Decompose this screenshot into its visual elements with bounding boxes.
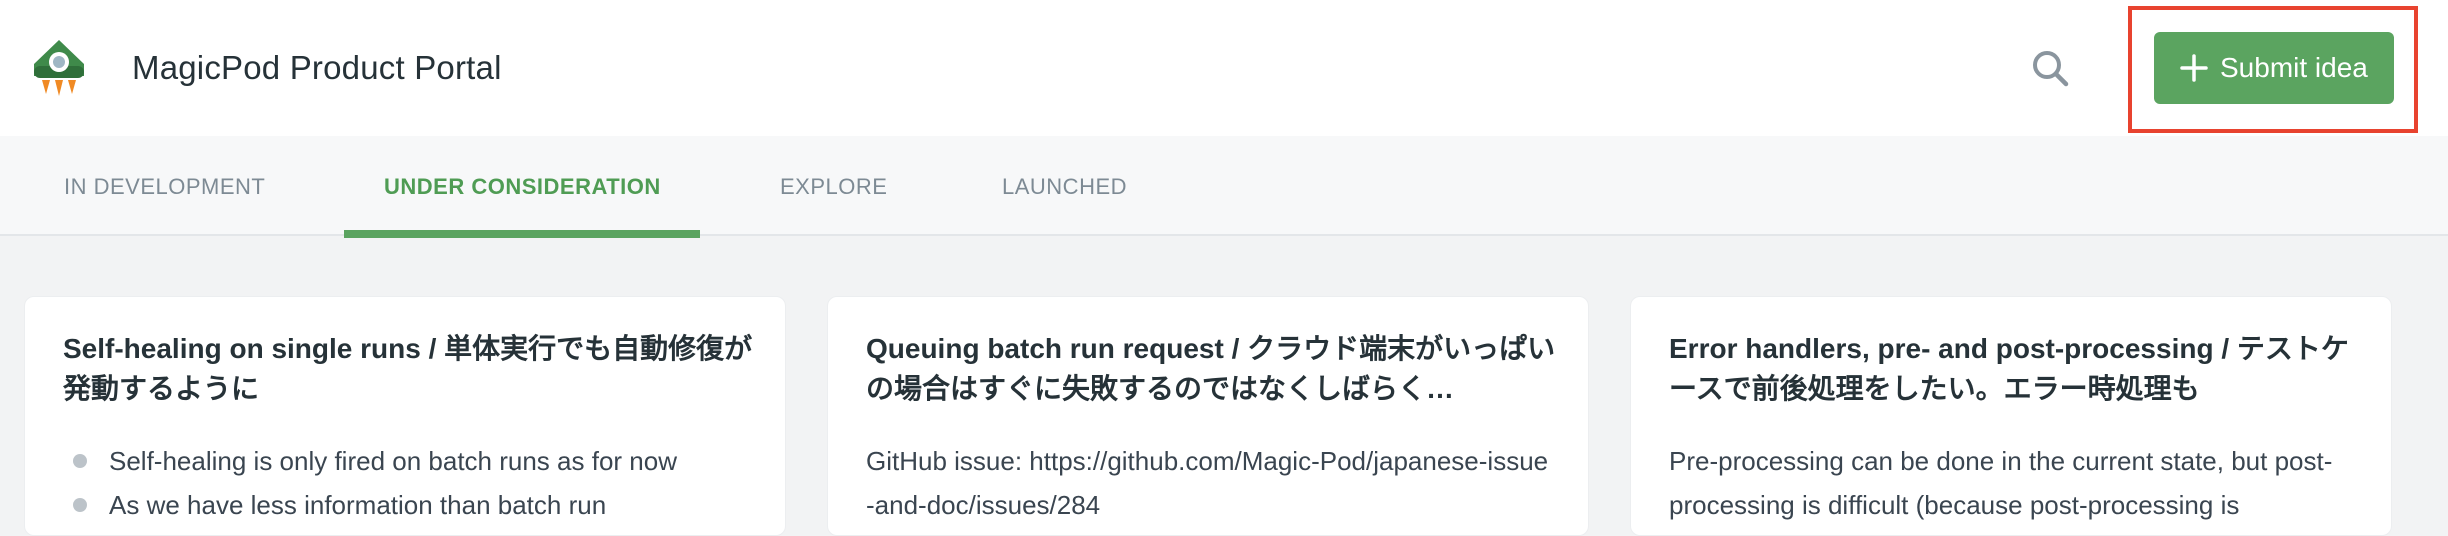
tab-explore[interactable]: EXPLORE	[760, 136, 900, 236]
top-header: MagicPod Product Portal Submit idea	[0, 0, 2448, 136]
search-button[interactable]	[2028, 46, 2074, 92]
bullet-item: As we have less information than batch r…	[63, 483, 753, 527]
idea-card-title[interactable]: Error handlers, pre- and post-processing…	[1669, 329, 2359, 409]
idea-card-title[interactable]: Queuing batch run request / クラウド端末がいっぱいの…	[866, 329, 1556, 409]
idea-card[interactable]: Queuing batch run request / クラウド端末がいっぱいの…	[827, 296, 1589, 536]
app-title: MagicPod Product Portal	[132, 49, 502, 86]
rocket-logo-icon[interactable]	[30, 36, 88, 98]
search-icon	[2033, 51, 2069, 87]
idea-card-title[interactable]: Self-healing on single runs / 単体実行でも自動修復…	[63, 329, 753, 409]
active-tab-indicator	[344, 230, 700, 238]
idea-card-bullets: Self-healing is only fired on batch runs…	[63, 439, 753, 527]
plus-icon	[2180, 54, 2208, 82]
bullet-text: As we have less information than batch r…	[109, 490, 607, 520]
submit-idea-label: Submit idea	[2220, 52, 2368, 83]
idea-card[interactable]: Self-healing on single runs / 単体実行でも自動修復…	[24, 296, 786, 536]
bullet-dot	[73, 454, 87, 468]
tab-label: LAUNCHED	[1002, 174, 1128, 199]
tab-label: IN DEVELOPMENT	[64, 174, 266, 199]
tab-label: UNDER CONSIDERATION	[384, 174, 661, 199]
tab-launched[interactable]: LAUNCHED	[980, 136, 1160, 236]
submit-idea-button[interactable]: Submit idea	[2154, 32, 2394, 104]
idea-card[interactable]: Error handlers, pre- and post-processing…	[1630, 296, 2392, 536]
tab-in-development[interactable]: IN DEVELOPMENT	[0, 136, 320, 236]
tab-bar: IN DEVELOPMENT UNDER CONSIDERATION EXPLO…	[0, 136, 2448, 238]
idea-card-body: Pre-processing can be done in the curren…	[1669, 446, 2333, 520]
tab-under-consideration[interactable]: UNDER CONSIDERATION	[344, 136, 700, 238]
bullet-item: Self-healing is only fired on batch runs…	[63, 439, 753, 483]
bullet-text: Self-healing is only fired on batch runs…	[109, 446, 677, 476]
idea-card-body: GitHub issue: https://github.com/Magic-P…	[866, 446, 1549, 520]
tab-label: EXPLORE	[780, 174, 888, 199]
